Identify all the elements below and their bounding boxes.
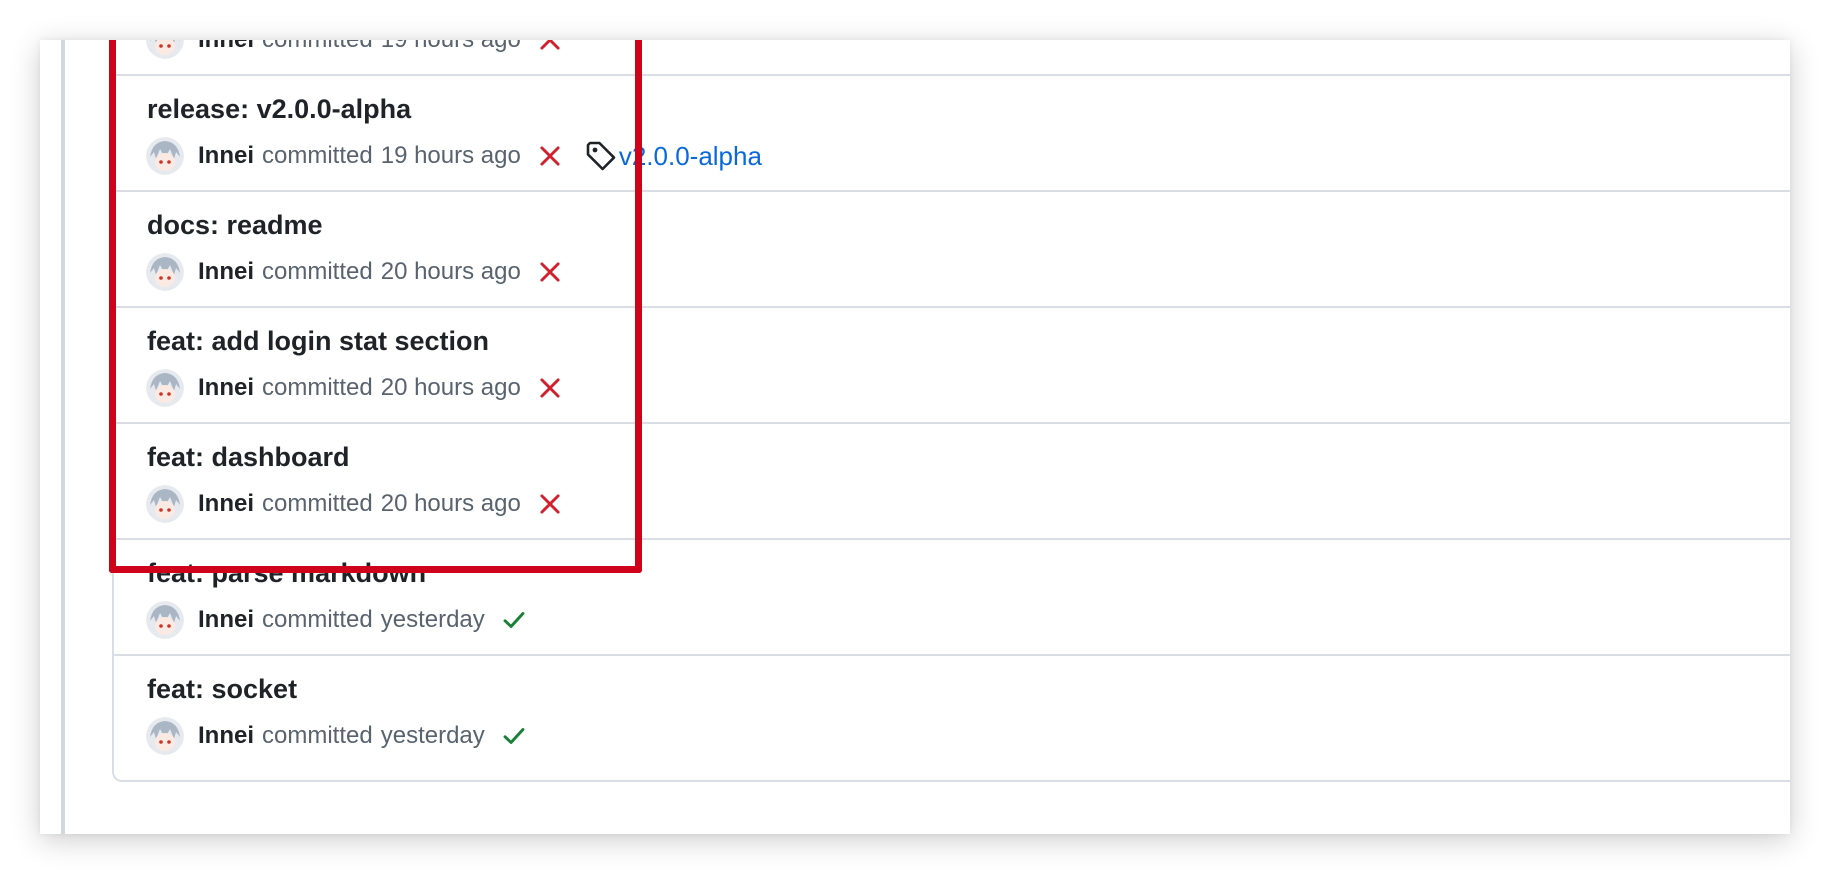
- commit-time[interactable]: yesterday: [381, 606, 485, 634]
- avatar[interactable]: [146, 137, 184, 175]
- check-icon[interactable]: [501, 607, 527, 633]
- commit-action: committed: [262, 40, 373, 54]
- commit-row: feat: add login stat section Innei commi…: [114, 308, 1790, 424]
- tag-link[interactable]: v2.0.0-alpha: [619, 141, 762, 172]
- commit-title[interactable]: release: v2.0.0-alpha: [147, 94, 411, 125]
- commit-author[interactable]: Innei: [198, 40, 254, 54]
- check-icon[interactable]: [501, 723, 527, 749]
- avatar[interactable]: [146, 40, 184, 59]
- commit-title[interactable]: feat: add login stat section: [147, 326, 489, 357]
- commit-row: feat: socket Innei committed yesterday: [114, 656, 1790, 772]
- commit-meta: Innei committed 19 hours ago: [146, 40, 563, 60]
- commit-title[interactable]: feat: parse markdown: [147, 558, 426, 589]
- avatar[interactable]: [146, 369, 184, 407]
- commit-title[interactable]: feat: dashboard: [147, 442, 350, 473]
- commit-meta: Innei committed 20 hours ago: [146, 252, 563, 292]
- commit-title[interactable]: feat: socket: [147, 674, 297, 705]
- commit-action: committed: [262, 606, 373, 633]
- avatar[interactable]: [146, 717, 184, 755]
- commit-action: committed: [262, 374, 373, 401]
- commit-author[interactable]: Innei: [198, 490, 254, 518]
- commit-action: committed: [262, 142, 373, 169]
- commit-row: release: v2.0.0-alpha Innei committed 19…: [114, 76, 1790, 192]
- timeline-line: [61, 40, 65, 834]
- x-icon[interactable]: [537, 259, 563, 285]
- commit-author[interactable]: Innei: [198, 722, 254, 750]
- x-icon[interactable]: [537, 143, 563, 169]
- avatar[interactable]: [146, 601, 184, 639]
- commit-meta: Innei committed 20 hours ago: [146, 484, 563, 524]
- x-icon[interactable]: [537, 375, 563, 401]
- commit-meta: Innei committed yesterday: [146, 716, 527, 756]
- commit-title[interactable]: docs: readme: [147, 210, 323, 241]
- commit-list: Innei committed 19 hours ago release: v2…: [112, 40, 1790, 782]
- commit-meta: Innei committed yesterday: [146, 600, 527, 640]
- commit-row: feat: parse markdown Innei committed yes…: [114, 540, 1790, 656]
- commit-row: feat: dashboard Innei committed 20 hours…: [114, 424, 1790, 540]
- commit-meta: Innei committed 20 hours ago: [146, 368, 563, 408]
- commit-action: committed: [262, 258, 373, 285]
- commit-author[interactable]: Innei: [198, 374, 254, 402]
- commit-time[interactable]: yesterday: [381, 722, 485, 750]
- commit-row: Innei committed 19 hours ago: [114, 40, 1790, 76]
- commit-author[interactable]: Innei: [198, 258, 254, 286]
- commit-time[interactable]: 19 hours ago: [381, 40, 521, 54]
- avatar[interactable]: [146, 485, 184, 523]
- x-icon[interactable]: [537, 40, 563, 53]
- commit-action: committed: [262, 490, 373, 517]
- commit-meta: Innei committed 19 hours ago v2.0.0-alph…: [146, 136, 762, 176]
- commit-time[interactable]: 19 hours ago: [381, 142, 521, 170]
- avatar[interactable]: [146, 253, 184, 291]
- commit-time[interactable]: 20 hours ago: [381, 490, 521, 518]
- screenshot-frame: Innei committed 19 hours ago release: v2…: [40, 40, 1790, 834]
- tag-icon: [586, 141, 616, 171]
- commit-time[interactable]: 20 hours ago: [381, 258, 521, 286]
- commit-action: committed: [262, 722, 373, 749]
- commit-row: docs: readme Innei committed 20 hours ag…: [114, 192, 1790, 308]
- commit-time[interactable]: 20 hours ago: [381, 374, 521, 402]
- commit-author[interactable]: Innei: [198, 606, 254, 634]
- commit-author[interactable]: Innei: [198, 142, 254, 170]
- x-icon[interactable]: [537, 491, 563, 517]
